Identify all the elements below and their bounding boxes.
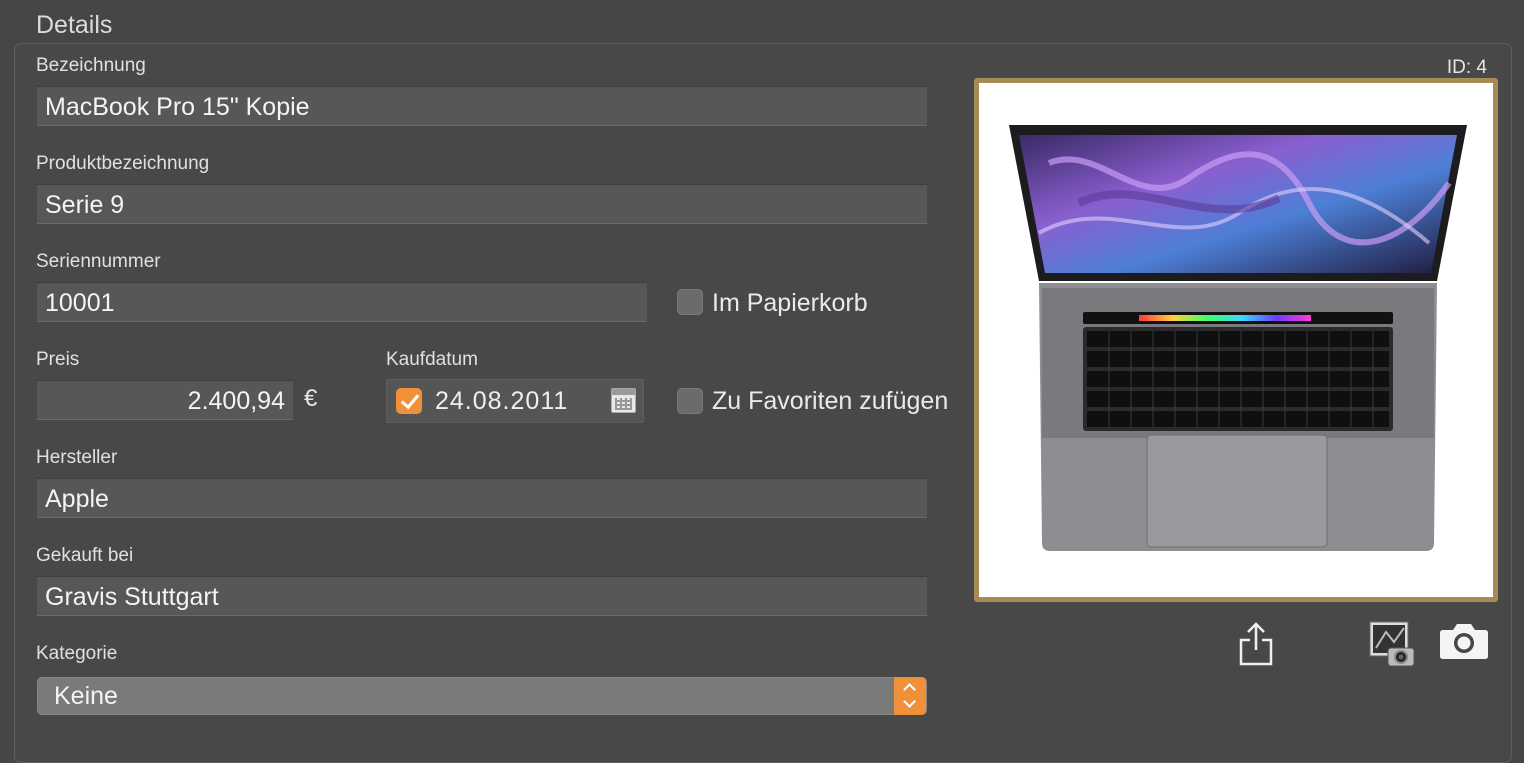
kategorie-select[interactable]: Keine — [37, 677, 927, 715]
kaufdatum-label: Kaufdatum — [386, 349, 478, 370]
papierkorb-checkbox[interactable] — [677, 289, 703, 315]
camera-icon[interactable] — [1439, 622, 1489, 660]
product-image-well[interactable] — [974, 78, 1498, 602]
hersteller-field[interactable]: Apple — [37, 478, 927, 518]
seriennummer-label: Seriennummer — [36, 251, 161, 272]
preis-label: Preis — [36, 349, 80, 370]
favoriten-checkbox[interactable] — [677, 388, 703, 414]
iphoto-icon[interactable] — [1368, 620, 1416, 668]
hersteller-label: Hersteller — [36, 447, 118, 468]
kaufdatum-picker[interactable]: 24.08.2011 — [386, 379, 644, 423]
seriennummer-field[interactable]: 10001 — [37, 282, 647, 322]
papierkorb-label[interactable]: Im Papierkorb — [712, 289, 868, 318]
kaufdatum-enable-checkbox[interactable] — [396, 388, 422, 414]
favoriten-label[interactable]: Zu Favoriten zufügen — [712, 387, 958, 416]
record-id: ID: 4 — [1446, 57, 1487, 78]
chevron-updown-icon[interactable] — [894, 677, 926, 715]
section-title: Details — [36, 11, 113, 39]
bezeichnung-field[interactable]: MacBook Pro 15" Kopie — [37, 86, 927, 126]
macbook-image — [1009, 125, 1467, 551]
produktbezeichnung-field[interactable]: Serie 9 — [37, 184, 927, 224]
share-icon[interactable] — [1238, 622, 1274, 666]
bezeichnung-label: Bezeichnung — [36, 55, 146, 76]
kategorie-value: Keine — [54, 682, 118, 710]
produktbezeichnung-label: Produktbezeichnung — [36, 153, 210, 174]
gekauft-bei-label: Gekauft bei — [36, 545, 134, 566]
gekauft-bei-field[interactable]: Gravis Stuttgart — [37, 576, 927, 616]
calendar-icon[interactable] — [611, 388, 636, 413]
preis-field[interactable]: 2.400,94 — [37, 380, 293, 420]
currency-symbol: € — [304, 385, 318, 412]
kategorie-label: Kategorie — [36, 643, 118, 664]
kaufdatum-value[interactable]: 24.08.2011 — [435, 387, 568, 416]
